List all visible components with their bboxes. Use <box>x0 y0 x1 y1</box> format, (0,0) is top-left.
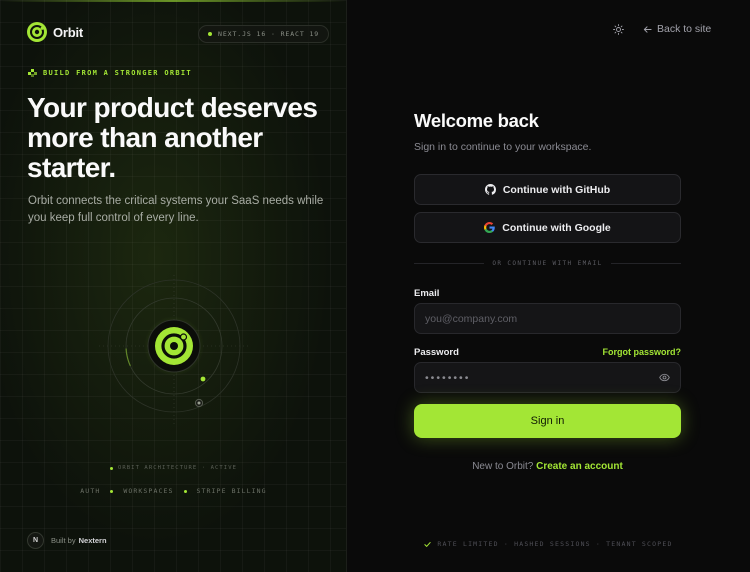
divider-line <box>610 263 681 264</box>
github-sign-in-button[interactable]: Continue with GitHub <box>414 174 681 205</box>
back-to-site-link[interactable]: Back to site <box>643 23 711 35</box>
auth-panel: Back to site Welcome back Sign in to con… <box>347 0 750 572</box>
blocks-icon <box>28 69 37 77</box>
stack-badge-text: NEXT.JS 16 · REACT 19 <box>218 30 320 38</box>
form-title: Welcome back <box>414 110 539 131</box>
github-icon <box>484 184 496 195</box>
hero-headline: Your product deserves more than another … <box>27 92 318 183</box>
security-note: RATE LIMITED · HASHED SESSIONS · TENANT … <box>347 540 750 548</box>
divider-line <box>414 263 485 264</box>
google-icon <box>484 222 496 233</box>
back-to-site-label: Back to site <box>657 23 712 35</box>
hero-panel: Orbit NEXT.JS 16 · REACT 19 BUILD FROM A… <box>0 0 347 572</box>
module-list: AUTH WORKSPACES STRIPE BILLING <box>0 487 346 495</box>
sun-icon[interactable] <box>613 24 624 35</box>
divider: OR CONTINUE WITH EMAIL <box>414 260 681 267</box>
email-label: Email <box>414 288 440 299</box>
password-label: Password <box>414 347 459 358</box>
sign-in-form: Welcome back Sign in to continue to your… <box>414 110 681 472</box>
email-field[interactable] <box>414 303 681 334</box>
github-button-label: Continue with GitHub <box>502 183 611 196</box>
status-dot <box>208 32 212 36</box>
module-item: STRIPE BILLING <box>196 487 267 495</box>
arrow-left-icon <box>643 25 652 33</box>
password-field[interactable] <box>414 362 681 393</box>
hero-eyebrow-text: BUILD FROM A STRONGER ORBIT <box>43 68 192 77</box>
separator-dot <box>183 489 187 493</box>
create-account-link[interactable]: Create an account <box>536 461 623 472</box>
check-icon <box>424 541 432 547</box>
separator-dot <box>110 489 114 493</box>
hero-subhead: Orbit connects the critical systems your… <box>28 195 324 224</box>
built-by[interactable]: N Built by Nextern <box>27 532 107 549</box>
module-item: AUTH <box>80 487 101 495</box>
architecture-status: ORBIT ARCHITECTURE · ACTIVE <box>0 465 346 471</box>
nextern-badge: N <box>27 532 44 549</box>
google-button-label: Continue with Google <box>502 221 611 234</box>
orbit-diagram <box>99 275 249 425</box>
orbit-logo-icon <box>27 22 47 42</box>
google-sign-in-button[interactable]: Continue with Google <box>414 212 681 243</box>
form-subtitle: Sign in to continue to your workspace. <box>414 141 592 153</box>
divider-text: OR CONTINUE WITH EMAIL <box>492 260 603 267</box>
signup-prompt-text: New to Orbit? <box>472 461 534 472</box>
status-dot <box>109 466 113 470</box>
sign-in-button[interactable]: Sign in <box>414 404 681 438</box>
built-by-name: Nextern <box>78 536 107 545</box>
security-note-text: RATE LIMITED · HASHED SESSIONS · TENANT … <box>437 540 673 548</box>
brand-name: Orbit <box>53 24 84 40</box>
stack-badge: NEXT.JS 16 · REACT 19 <box>198 25 330 43</box>
forgot-password-link[interactable]: Forgot password? <box>603 347 682 357</box>
module-item: WORKSPACES <box>123 487 174 495</box>
architecture-status-text: ORBIT ARCHITECTURE · ACTIVE <box>117 465 238 471</box>
built-by-prefix: Built by <box>51 536 76 545</box>
hero-eyebrow: BUILD FROM A STRONGER ORBIT <box>28 68 192 77</box>
brand[interactable]: Orbit <box>27 22 83 42</box>
eye-icon[interactable] <box>659 373 670 382</box>
orbit-illustration <box>99 275 249 425</box>
signup-prompt: New to Orbit? Create an account <box>414 461 681 472</box>
